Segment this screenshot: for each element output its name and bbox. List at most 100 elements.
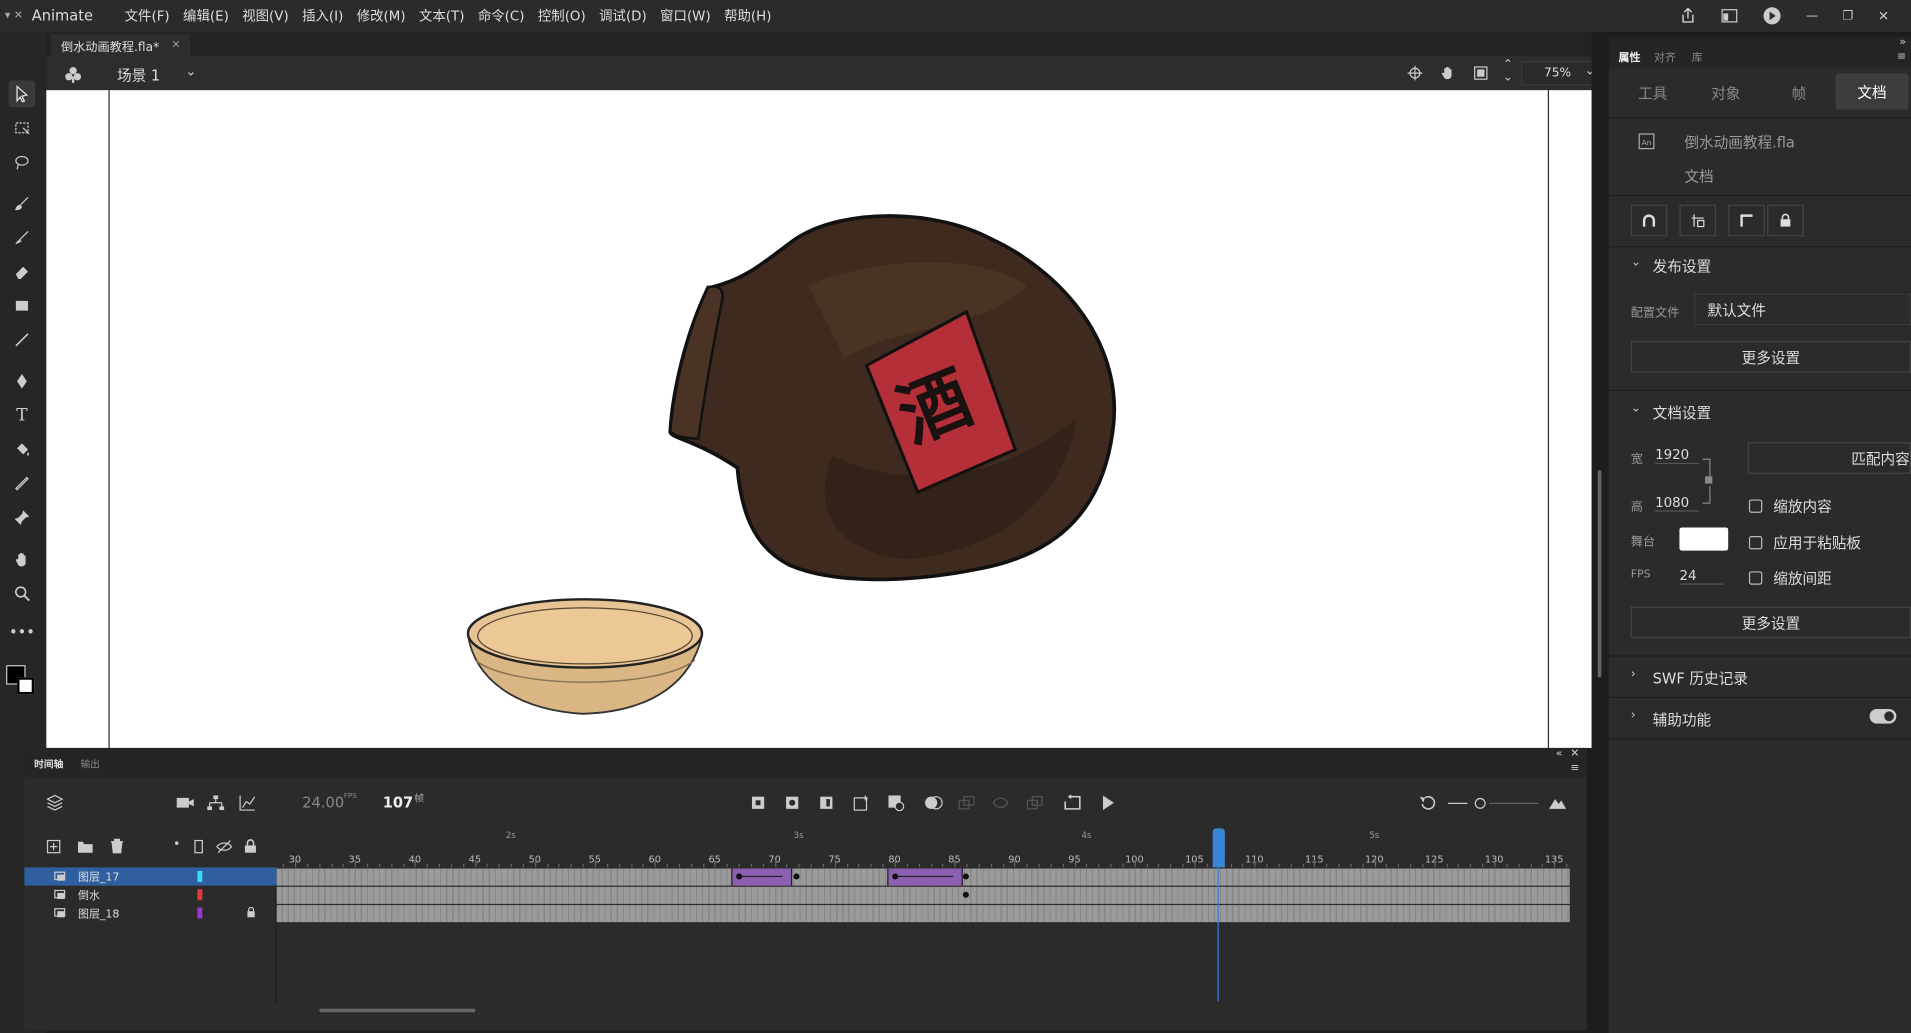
stage[interactable]: 酒 (46, 90, 1592, 748)
menu-edit[interactable]: 编辑(E) (183, 6, 229, 25)
clip-stage-icon[interactable] (1472, 65, 1489, 82)
swf-history-title[interactable]: SWF 历史记录 (1653, 668, 1748, 689)
fit-frames-icon[interactable] (1419, 794, 1439, 811)
timeline-horizontal-scrollbar[interactable] (319, 1008, 476, 1013)
panel-layout-icon[interactable] (1721, 7, 1738, 24)
menu-modify[interactable]: 修改(M) (357, 6, 406, 25)
layer-color-swatch[interactable] (197, 889, 203, 901)
selection-tool-icon[interactable] (8, 80, 36, 108)
scene-label[interactable]: 场景 1 (117, 65, 160, 86)
wine-jar-illustration[interactable]: 酒 (662, 212, 1137, 614)
menu-window[interactable]: 窗口(W) (660, 6, 711, 25)
layer-row-18[interactable]: 图层_18 (24, 904, 276, 922)
menu-view[interactable]: 视图(V) (242, 6, 288, 25)
hand-tool-icon[interactable] (9, 546, 36, 573)
highlight-layers-dot-icon[interactable]: • (173, 838, 180, 851)
restore-icon[interactable]: ❐ (1843, 9, 1854, 22)
free-transform-tool-icon[interactable] (9, 115, 36, 142)
zoom-stepper-icon[interactable]: ⌃ ⌄ (1503, 59, 1513, 84)
swf-expand-icon[interactable]: › (1631, 668, 1636, 681)
accessibility-toggle[interactable] (1869, 708, 1897, 724)
clear-keyframe-icon[interactable] (887, 794, 905, 812)
scene-dropdown-icon[interactable]: ⌄ (185, 63, 196, 79)
frame-ruler[interactable]: 3035404550556065707580859095100105110115… (276, 828, 1587, 868)
onion-outline-icon[interactable] (992, 795, 1009, 810)
motion-tween-span[interactable] (887, 868, 963, 886)
layer-row-17[interactable]: 图层_17 (24, 867, 277, 886)
frame-row-layer-18[interactable] (276, 905, 1570, 923)
profile-select[interactable]: 默认文件 (1694, 293, 1911, 326)
layer-name[interactable]: 图层_18 (78, 905, 119, 921)
tab-properties[interactable]: 属性 (1619, 49, 1641, 64)
graph-icon[interactable] (239, 794, 256, 811)
new-folder-icon[interactable] (77, 839, 94, 854)
rotate-stage-icon[interactable] (1438, 63, 1458, 82)
layer-row-pour[interactable]: 倒水 (24, 886, 276, 904)
insert-keyframe-icon[interactable] (751, 795, 766, 810)
frame-row-pour[interactable] (276, 886, 1570, 904)
layer-parenting-icon[interactable] (207, 794, 225, 811)
panel-menu-icon[interactable]: ≡ (1897, 51, 1906, 63)
pen-tool-icon[interactable] (9, 368, 36, 395)
share-icon[interactable] (1679, 7, 1696, 24)
eraser-tool-icon[interactable] (9, 258, 36, 285)
lock-all-icon[interactable] (244, 838, 257, 854)
menu-control[interactable]: 控制(O) (538, 6, 586, 25)
panel-menu-icon[interactable]: ≡ (1570, 763, 1579, 775)
fill-color-swatch[interactable] (17, 677, 35, 695)
height-field[interactable]: 1080 (1655, 495, 1699, 512)
collapse-panel-icon[interactable]: « (1556, 748, 1563, 760)
test-movie-icon[interactable] (1762, 6, 1782, 25)
more-tools-icon[interactable]: ••• (9, 619, 36, 646)
current-frame-value[interactable]: 107 (383, 794, 414, 811)
zoom-mountain-icon[interactable] (1548, 795, 1568, 810)
layer-lock-icon[interactable] (246, 906, 256, 918)
workspace-switch-icon[interactable]: ▾ ✕ (0, 10, 32, 22)
new-layer-icon[interactable] (46, 839, 61, 854)
collapse-panel-icon[interactable]: » (1899, 37, 1906, 49)
frame-row-layer-17[interactable] (276, 868, 1570, 886)
frame-grid[interactable] (276, 867, 1587, 1004)
doc-settings-collapse-icon[interactable]: ⌄ (1631, 402, 1641, 415)
doc-settings-title[interactable]: 文档设置 (1653, 402, 1712, 423)
layer-name[interactable]: 倒水 (78, 887, 100, 902)
rectangle-tool-icon[interactable] (9, 292, 36, 319)
scale-spacing-checkbox[interactable] (1748, 571, 1763, 585)
tab-align[interactable]: 对齐 (1654, 49, 1676, 64)
outline-mode-icon[interactable] (194, 839, 204, 854)
onion-skin-icon[interactable] (924, 795, 944, 810)
link-dimensions-icon[interactable] (1701, 457, 1713, 506)
insert-blank-keyframe-icon[interactable] (785, 795, 800, 810)
publish-settings-title[interactable]: 发布设置 (1653, 256, 1712, 277)
keyframe-dot[interactable] (962, 891, 969, 898)
close-icon[interactable]: ✕ (1878, 8, 1889, 24)
mode-tab-object[interactable]: 对象 (1711, 83, 1740, 104)
layer-stack-icon[interactable] (46, 794, 64, 811)
play-icon[interactable] (1099, 794, 1116, 811)
mode-tab-tool[interactable]: 工具 (1638, 83, 1667, 104)
zoom-tool-icon[interactable] (9, 580, 36, 607)
accessibility-title[interactable]: 辅助功能 (1653, 709, 1712, 730)
bowl-illustration[interactable] (463, 592, 707, 721)
menu-help[interactable]: 帮助(H) (724, 6, 771, 25)
layer-color-swatch[interactable] (197, 907, 203, 919)
line-tool-icon[interactable] (9, 326, 36, 353)
match-contents-button[interactable]: 匹配内容 (1747, 442, 1911, 474)
magnet-button[interactable] (1630, 204, 1668, 237)
tab-timeline[interactable]: 时间轴 (34, 758, 63, 771)
menu-file[interactable]: 文件(F) (125, 6, 170, 25)
pin-tool-icon[interactable] (9, 504, 36, 531)
accessibility-expand-icon[interactable]: › (1631, 709, 1636, 722)
doc-more-settings-button[interactable]: 更多设置 (1630, 606, 1911, 639)
loop-playback-icon[interactable] (1063, 794, 1083, 811)
frame-zoom-slider-handle[interactable] (1474, 797, 1486, 809)
insert-frame-icon[interactable] (819, 795, 834, 810)
text-tool-icon[interactable]: T (9, 402, 36, 429)
layer-color-swatch[interactable] (197, 870, 203, 882)
brush-tool-icon[interactable] (9, 224, 36, 251)
keyframe-dot[interactable] (793, 873, 800, 880)
menu-commands[interactable]: 命令(C) (478, 6, 525, 25)
menu-debug[interactable]: 调试(D) (599, 6, 647, 25)
loop-frames-icon[interactable] (1026, 795, 1043, 810)
lasso-tool-icon[interactable] (9, 149, 36, 176)
